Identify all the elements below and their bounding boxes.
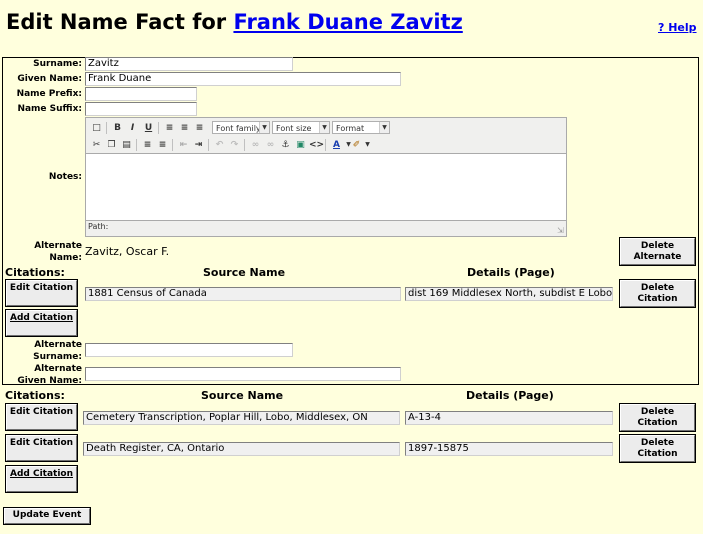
align-left-icon[interactable]: ≡ bbox=[163, 121, 176, 135]
align-center-icon[interactable]: ≡ bbox=[178, 121, 191, 135]
alternate-given-input[interactable] bbox=[85, 367, 401, 381]
alt-citations-label: Citations: bbox=[5, 266, 65, 279]
citations-label: Citations: bbox=[5, 389, 65, 402]
surname-label: Surname: bbox=[33, 59, 82, 69]
notes-textarea[interactable] bbox=[86, 153, 566, 221]
add-citation-label: Add Citation bbox=[9, 469, 74, 479]
details-header: Details (Page) bbox=[466, 389, 554, 402]
title-prefix: Edit Name Fact for bbox=[6, 10, 227, 34]
alt-citation-source: 1881 Census of Canada bbox=[85, 287, 401, 301]
new-document-icon[interactable]: □ bbox=[90, 121, 103, 135]
add-citation-button[interactable]: Add Citation bbox=[5, 465, 78, 493]
citation-source-2: Death Register, CA, Ontario bbox=[83, 442, 400, 456]
cut-icon[interactable]: ✂ bbox=[90, 138, 103, 152]
chevron-down-icon: ▼ bbox=[259, 122, 269, 133]
bullet-list-icon[interactable]: ≡ bbox=[141, 138, 154, 152]
image-icon[interactable]: ▣ bbox=[294, 138, 307, 152]
name-suffix-input[interactable] bbox=[85, 102, 197, 116]
edit-citation-button-2[interactable]: Edit Citation bbox=[5, 434, 78, 462]
notes-editor: □ B I U ≡ ≡ ≡ Font family ▼ Font size ▼ Fo… bbox=[85, 117, 567, 237]
font-size-value: Font size bbox=[276, 124, 312, 133]
given-name-input[interactable]: Frank Duane bbox=[85, 72, 401, 86]
citation-details-2: 1897-15875 bbox=[405, 442, 613, 456]
alternate-name-value: Zavitz, Oscar F. bbox=[85, 245, 170, 258]
alt-add-citation-label: Add Citation bbox=[9, 313, 74, 323]
source-code-icon[interactable]: <> bbox=[309, 138, 324, 152]
surname-input[interactable]: Zavitz bbox=[85, 57, 293, 71]
font-family-value: Font family bbox=[216, 124, 261, 133]
align-right-icon[interactable]: ≡ bbox=[193, 121, 206, 135]
underline-icon[interactable]: U bbox=[142, 121, 155, 135]
editor-toolbar-row2: ✂ ❐ ▤ ≡ ≡ ⇤ ⇥ ↶ ↷ ∞ ∞ ⚓ ▣ <> A ▼ ✐ ▼ bbox=[88, 138, 564, 154]
anchor-icon[interactable]: ⚓ bbox=[279, 138, 292, 152]
format-select[interactable]: Format ▼ bbox=[332, 121, 390, 134]
name-prefix-input[interactable] bbox=[85, 87, 197, 101]
alt-add-citation-button[interactable]: Add Citation bbox=[5, 309, 78, 337]
name-prefix-label: Name Prefix: bbox=[16, 89, 82, 99]
numbered-list-icon[interactable]: ≡ bbox=[156, 138, 169, 152]
outdent-icon[interactable]: ⇤ bbox=[177, 138, 190, 152]
paste-icon[interactable]: ▤ bbox=[120, 138, 133, 152]
edit-citation-button-1[interactable]: Edit Citation bbox=[5, 403, 78, 431]
italic-icon[interactable]: I bbox=[126, 121, 139, 135]
alternate-given-label: Alternate Given Name: bbox=[17, 364, 82, 386]
alternate-name-label: Alternate Name: bbox=[34, 241, 82, 263]
chevron-down-icon: ▼ bbox=[319, 122, 329, 133]
copy-icon[interactable]: ❐ bbox=[105, 138, 118, 152]
update-event-button[interactable]: Update Event bbox=[3, 507, 91, 525]
delete-alternate-button[interactable]: Delete Alternate bbox=[619, 237, 696, 266]
citation-details-1: A-13-4 bbox=[405, 411, 613, 425]
alternate-surname-label: Alternate Surname: bbox=[33, 340, 82, 362]
help-link[interactable]: ? Help bbox=[658, 21, 697, 34]
indent-icon[interactable]: ⇥ bbox=[192, 138, 205, 152]
bold-icon[interactable]: B bbox=[111, 121, 124, 135]
redo-icon[interactable]: ↷ bbox=[228, 138, 241, 152]
link-icon[interactable]: ∞ bbox=[249, 138, 262, 152]
unlink-icon[interactable]: ∞ bbox=[264, 138, 277, 152]
delete-citation-button-1[interactable]: Delete Citation bbox=[619, 403, 696, 432]
alt-source-name-header: Source Name bbox=[203, 266, 286, 279]
chevron-down-icon: ▼ bbox=[379, 122, 389, 133]
given-name-label: Given Name: bbox=[17, 74, 82, 84]
citation-source-1: Cemetery Transcription, Poplar Hill, Lob… bbox=[83, 411, 400, 425]
alt-citation-details: dist 169 Middlesex North, subdist E Lobo… bbox=[405, 287, 613, 301]
delete-citation-button-2[interactable]: Delete Citation bbox=[619, 434, 696, 463]
notes-label: Notes: bbox=[48, 172, 82, 182]
alt-edit-citation-button[interactable]: Edit Citation bbox=[5, 279, 78, 307]
editor-toolbar-row1: □ B I U ≡ ≡ ≡ Font family ▼ Font size ▼ Fo… bbox=[88, 121, 564, 137]
alt-details-header: Details (Page) bbox=[467, 266, 555, 279]
person-link[interactable]: Frank Duane Zavitz bbox=[233, 10, 462, 34]
font-size-select[interactable]: Font size ▼ bbox=[272, 121, 330, 134]
source-name-header: Source Name bbox=[201, 389, 284, 402]
alt-delete-citation-button[interactable]: Delete Citation bbox=[619, 279, 696, 308]
alternate-surname-input[interactable] bbox=[85, 343, 293, 357]
editor-path: Path: bbox=[88, 222, 109, 231]
name-suffix-label: Name Suffix: bbox=[17, 104, 82, 114]
undo-icon[interactable]: ↶ bbox=[213, 138, 226, 152]
resize-grip-icon[interactable]: ⇲ bbox=[557, 227, 565, 235]
format-value: Format bbox=[336, 124, 365, 133]
chevron-down-icon[interactable]: ▼ bbox=[361, 138, 374, 152]
page-title: Edit Name Fact for Frank Duane Zavitz bbox=[6, 10, 463, 34]
font-family-select[interactable]: Font family ▼ bbox=[212, 121, 270, 134]
